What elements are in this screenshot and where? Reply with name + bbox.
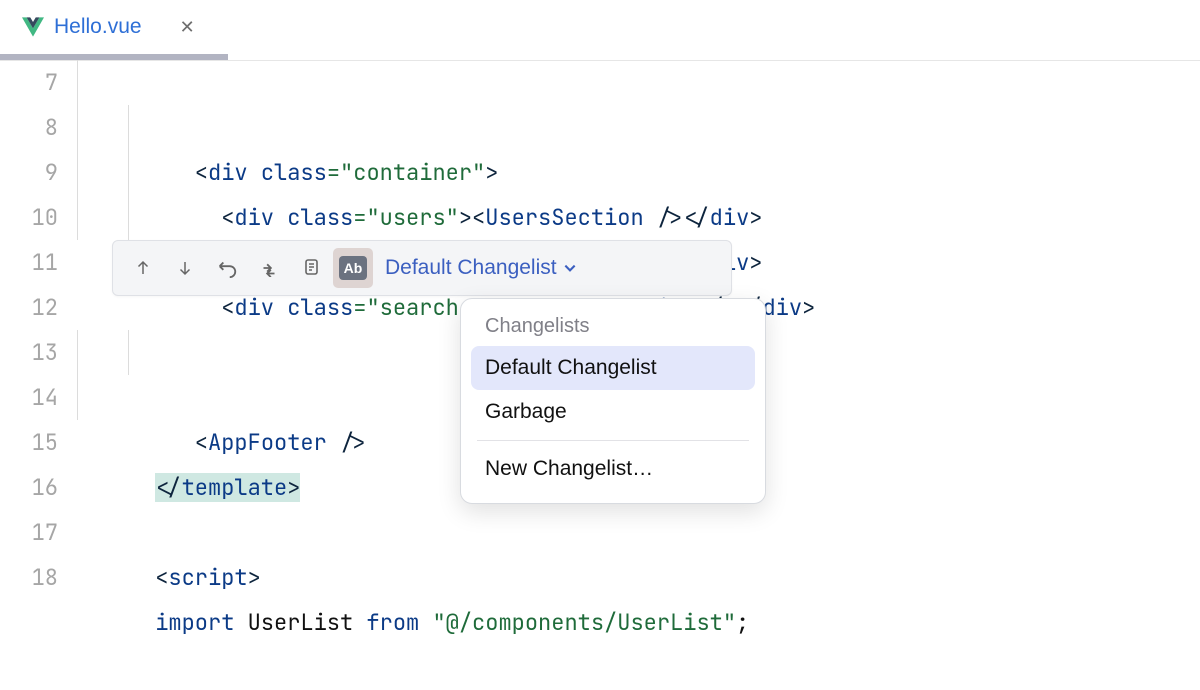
code-line[interactable]: <div class="container"> (76, 60, 1200, 105)
changelist-label: Default Changelist (385, 256, 557, 280)
ab-badge: Ab (339, 256, 367, 280)
close-tab-icon[interactable]: ✕ (180, 17, 195, 38)
line-number: 9 (0, 150, 58, 195)
line-number: 16 (0, 465, 58, 510)
line-number: 8 (0, 105, 58, 150)
line-number: 15 (0, 420, 58, 465)
changelist-popup: Changelists Default Changelist Garbage N… (460, 298, 766, 504)
code-line[interactable]: <div class="users"><UsersSection /></div… (76, 105, 1200, 150)
code-line[interactable]: <div class="todos"><TodosSection /></div… (76, 150, 1200, 195)
copy-icon[interactable] (291, 248, 331, 288)
next-change-icon[interactable] (165, 248, 205, 288)
line-number: 11 (0, 240, 58, 285)
popup-item-default[interactable]: Default Changelist (471, 346, 755, 390)
line-number: 18 (0, 555, 58, 600)
tab-filename: Hello.vue (54, 15, 142, 39)
popup-header: Changelists (471, 311, 755, 346)
file-tab[interactable]: Hello.vue ✕ (14, 11, 203, 43)
prev-change-icon[interactable] (123, 248, 163, 288)
line-gutter: 789101112131415161718 (0, 60, 76, 600)
changelist-dropdown[interactable]: Default Changelist (375, 250, 587, 286)
code-line[interactable]: <div class="search-result"><UserList /><… (76, 195, 1200, 240)
vue-logo-icon (22, 17, 44, 37)
line-number: 10 (0, 195, 58, 240)
popup-item-new[interactable]: New Changelist… (471, 447, 755, 491)
popup-separator (477, 440, 749, 441)
line-number: 17 (0, 510, 58, 555)
line-number: 14 (0, 375, 58, 420)
code-line[interactable]: import UserList from "@/components/UserL… (76, 555, 1200, 600)
diff-toolbar: Ab Default Changelist (112, 240, 732, 296)
line-number: 12 (0, 285, 58, 330)
show-diff-icon[interactable] (249, 248, 289, 288)
line-number: 13 (0, 330, 58, 375)
rollback-icon[interactable] (207, 248, 247, 288)
code-line[interactable]: <script> (76, 510, 1200, 555)
highlight-words-icon[interactable]: Ab (333, 248, 373, 288)
tab-bar: Hello.vue ✕ (0, 0, 1200, 54)
chevron-down-icon (563, 261, 577, 275)
popup-item-garbage[interactable]: Garbage (471, 390, 755, 434)
line-number: 7 (0, 60, 58, 105)
